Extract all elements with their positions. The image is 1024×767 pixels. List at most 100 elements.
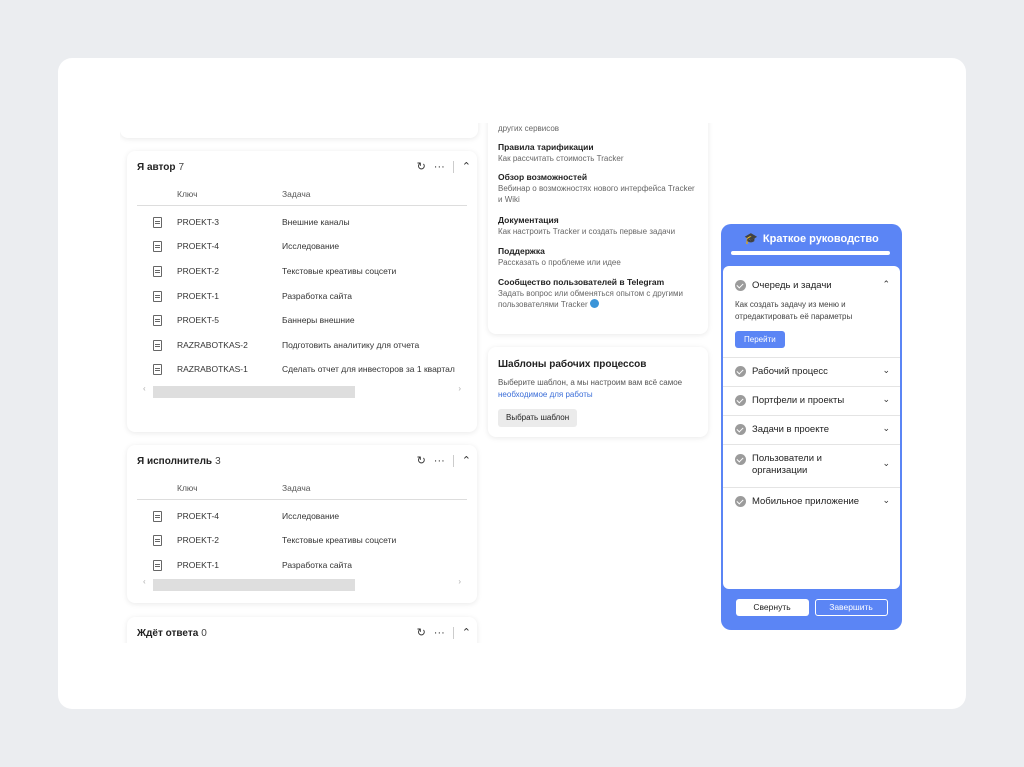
refresh-icon[interactable]: ↻ [417,455,426,467]
table-row[interactable]: PROEKT-2 Текстовые креативы соцсети [137,529,467,553]
task-title[interactable]: Баннеры внешние [282,315,355,325]
help-item-docs[interactable]: Документация Как настроить Tracker и созд… [498,215,698,237]
guide-section-label[interactable]: Задачи в проекте [752,424,829,436]
task-title[interactable]: Исследование [282,511,339,521]
scroll-right-icon[interactable]: › [458,577,461,586]
chevron-down-icon[interactable]: ⌄ [882,394,890,405]
task-key[interactable]: PROEKT-2 [177,535,219,545]
chevron-down-icon[interactable]: ⌄ [882,458,890,469]
task-title[interactable]: Текстовые креативы соцсети [282,266,396,276]
task-key[interactable]: PROEKT-1 [177,560,219,570]
guide-section-mobile[interactable]: Мобильное приложение ⌄ [723,487,900,516]
task-key[interactable]: PROEKT-5 [177,315,219,325]
task-title[interactable]: Подготовить аналитику для отчета [282,340,419,350]
guide-section-portfolios[interactable]: Портфели и проекты ⌄ [723,386,900,416]
table-row[interactable]: RAZRABOTKAS-2 Подготовить аналитику для о… [137,334,467,358]
help-item-title[interactable]: Сообщество пользователей в Telegram [498,277,698,288]
templates-link[interactable]: необходимое для работы [498,390,593,399]
help-item-title[interactable]: Обзор возможностей [498,172,698,183]
guide-section-label[interactable]: Пользователи и организации [752,453,832,477]
chevron-up-icon[interactable]: ⌃ [882,279,890,290]
task-key[interactable]: PROEKT-4 [177,241,219,251]
scrollbar-thumb[interactable] [153,386,355,398]
help-item-pricing[interactable]: Правила тарификации Как рассчитать стоимо… [498,142,698,164]
horizontal-scrollbar[interactable]: ‹ › [137,577,467,591]
help-item-overview[interactable]: Обзор возможностей Вебинар о возможностях… [498,172,698,205]
document-icon [153,241,162,252]
guide-title: Краткое руководство [762,233,879,245]
table-row[interactable]: PROEKT-4 Исследование [137,235,467,259]
guide-header: 🎓 Краткое руководство [721,232,902,245]
task-title[interactable]: Разработка сайта [282,291,352,301]
help-item-telegram[interactable]: Сообщество пользователей в Telegram Задат… [498,277,698,310]
scroll-left-icon[interactable]: ‹ [143,577,146,586]
column-key: Ключ [177,483,198,493]
guide-section-label[interactable]: Портфели и проекты [752,395,844,407]
check-circle-icon [735,280,746,291]
check-circle-icon [735,454,746,465]
horizontal-scrollbar[interactable]: ‹ › [137,384,467,398]
widget-toolbar: ↻ ··· ⌃ [417,455,471,467]
task-key[interactable]: PROEKT-1 [177,291,219,301]
refresh-icon[interactable]: ↻ [417,627,426,639]
widget-toolbar: ↻ ··· ⌃ [417,627,471,639]
help-item-title[interactable]: Документация [498,215,698,226]
guide-section-label[interactable]: Очередь и задачи [752,280,832,292]
table-row[interactable]: PROEKT-2 Текстовые креативы соцсети [137,260,467,284]
table-row[interactable]: RAZRABOTKAS-1 Сделать отчет для инвесторо… [137,358,467,382]
document-icon [153,560,162,571]
choose-template-button[interactable]: Выбрать шаблон [498,409,578,427]
guide-section-label[interactable]: Мобильное приложение [752,496,859,508]
table-row[interactable]: PROEKT-1 Разработка сайта [137,554,467,578]
finish-button[interactable]: Завершить [814,599,888,616]
templates-title: Шаблоны рабочих процессов [498,359,647,370]
column-task: Задача [282,189,311,199]
guide-section-users[interactable]: Пользователи и организации ⌄ [723,444,900,488]
task-key[interactable]: PROEKT-2 [177,266,219,276]
task-key[interactable]: PROEKT-4 [177,511,219,521]
guide-section-workflow[interactable]: Рабочий процесс ⌄ [723,357,900,387]
toolbar-divider [452,455,454,467]
collapse-button[interactable]: Свернуть [735,599,809,616]
task-key[interactable]: PROEKT-3 [177,217,219,227]
task-key[interactable]: RAZRABOTKAS-1 [177,364,248,374]
chevron-down-icon[interactable]: ⌄ [882,365,890,376]
help-item-support[interactable]: Поддержка Рассказать о проблеме или идее [498,246,698,268]
table-row[interactable]: PROEKT-4 Исследование [137,505,467,529]
go-button[interactable]: Перейти [735,331,785,348]
previous-widget-bottom [120,123,478,138]
check-circle-icon [735,424,746,435]
guide-section-queue[interactable]: Очередь и задачи ⌃ Как создать задачу из… [723,266,900,358]
help-item-title[interactable]: Поддержка [498,246,698,257]
guide-body: Очередь и задачи ⌃ Как создать задачу из… [723,266,900,589]
chevron-up-icon[interactable]: ⌃ [462,455,471,467]
task-title[interactable]: Сделать отчет для инвесторов за 1 кварта… [282,364,455,374]
scroll-right-icon[interactable]: › [458,384,461,393]
guide-section-desc: Как создать задачу из меню и отредактиро… [735,300,853,321]
scroll-left-icon[interactable]: ‹ [143,384,146,393]
help-item-desc: Вебинар о возможностях нового интерфейса… [498,184,695,204]
table-row[interactable]: PROEKT-1 Разработка сайта [137,285,467,309]
scrollbar-thumb[interactable] [153,579,355,591]
refresh-icon[interactable]: ↻ [417,161,426,173]
task-title[interactable]: Разработка сайта [282,560,352,570]
task-title[interactable]: Исследование [282,241,339,251]
guide-section-project-tasks[interactable]: Задачи в проекте ⌄ [723,415,900,445]
widget-count: 0 [201,628,207,639]
task-title[interactable]: Текстовые креативы соцсети [282,535,396,545]
table-row[interactable]: PROEKT-3 Внешние каналы [137,211,467,235]
help-item-title[interactable]: Правила тарификации [498,142,698,153]
table-row[interactable]: PROEKT-5 Баннеры внешние [137,309,467,333]
more-icon[interactable]: ··· [434,161,445,173]
guide-section-label[interactable]: Рабочий процесс [752,366,828,378]
chevron-down-icon[interactable]: ⌄ [882,423,890,434]
chevron-down-icon[interactable]: ⌄ [882,495,890,506]
document-icon [153,266,162,277]
task-key[interactable]: RAZRABOTKAS-2 [177,340,248,350]
chevron-up-icon[interactable]: ⌃ [462,161,471,173]
task-title[interactable]: Внешние каналы [282,217,350,227]
more-icon[interactable]: ··· [434,455,445,467]
widget-title: Я автор [137,162,176,173]
chevron-up-icon[interactable]: ⌃ [462,627,471,639]
more-icon[interactable]: ··· [434,627,445,639]
